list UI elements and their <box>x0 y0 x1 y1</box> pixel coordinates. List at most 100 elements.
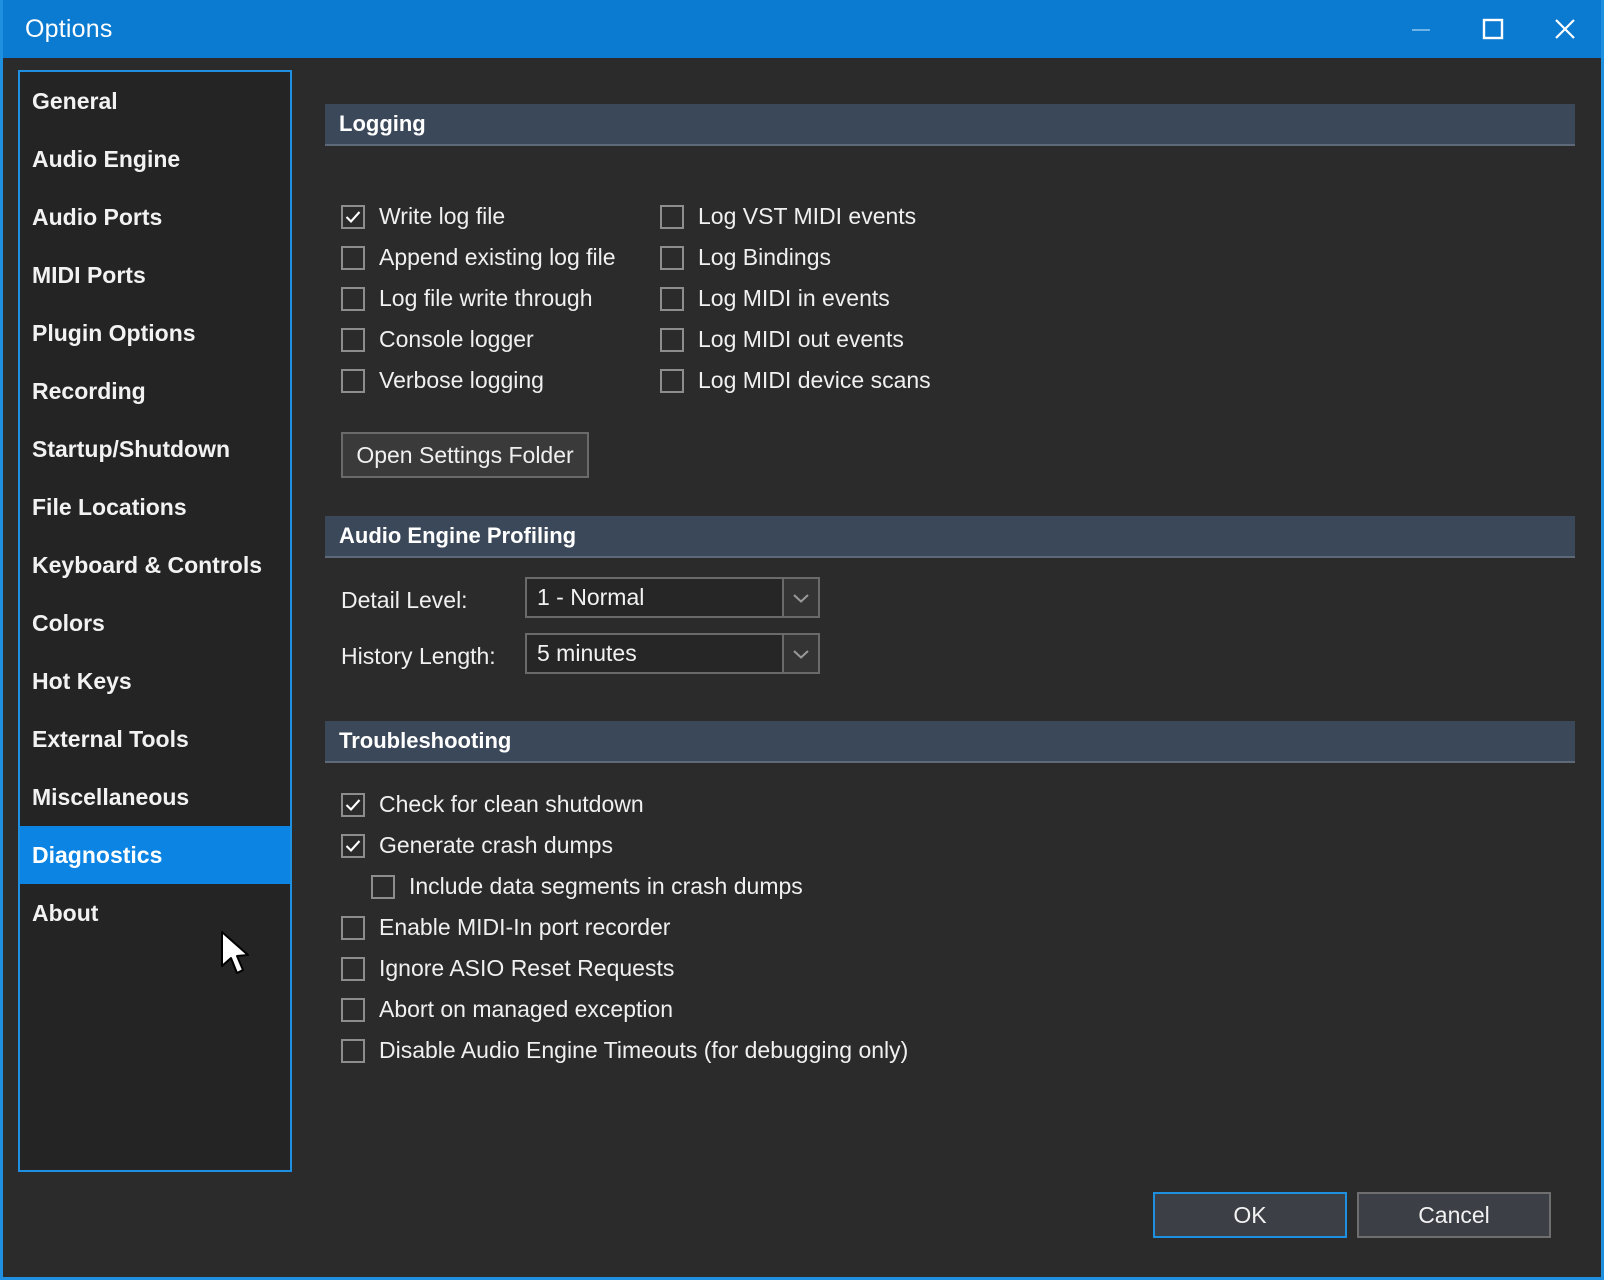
checkbox-box <box>660 204 684 229</box>
sidebar-item-label: File Locations <box>32 493 187 520</box>
sidebar-item-colors[interactable]: Colors <box>20 594 290 652</box>
history-length-label: History Length: <box>341 643 496 669</box>
detail-level-label: Detail Level: <box>341 587 468 613</box>
checkbox-console-logger[interactable]: Console logger <box>341 326 534 353</box>
section-header-audio-engine-profiling: Audio Engine Profiling <box>325 516 1575 558</box>
checkbox-label: Include data segments in crash dumps <box>409 873 803 899</box>
sidebar-item-midi-ports[interactable]: MIDI Ports <box>20 246 290 304</box>
checkbox-label: Log VST MIDI events <box>698 203 917 229</box>
checkbox-append-existing-log-file[interactable]: Append existing log file <box>341 244 616 271</box>
checkbox-label: Ignore ASIO Reset Requests <box>379 955 675 981</box>
section-header-troubleshooting: Troubleshooting <box>325 721 1575 763</box>
checkbox-enable-midi-in-port-recorder[interactable]: Enable MIDI-In port recorder <box>341 914 670 941</box>
checkbox-label: Append existing log file <box>379 244 616 270</box>
checkbox-box <box>341 1038 365 1063</box>
checkbox-include-data-segments-in-crash-dumps[interactable]: Include data segments in crash dumps <box>371 873 803 900</box>
sidebar-item-audio-engine[interactable]: Audio Engine <box>20 130 290 188</box>
close-icon <box>1555 19 1575 39</box>
close-button[interactable] <box>1529 0 1601 58</box>
history-length-value: 5 minutes <box>537 640 637 666</box>
maximize-button[interactable] <box>1457 0 1529 58</box>
chevron-down-icon[interactable] <box>782 579 818 616</box>
checkbox-disable-audio-engine-timeouts[interactable]: Disable Audio Engine Timeouts (for debug… <box>341 1037 908 1064</box>
checkbox-label: Check for clean shutdown <box>379 791 644 817</box>
history-length-dropdown[interactable]: 5 minutes <box>525 633 820 674</box>
sidebar-item-label: Audio Ports <box>32 203 163 230</box>
window-title: Options <box>25 14 113 43</box>
dialog-body: General Audio Engine Audio Ports MIDI Po… <box>3 58 1601 1277</box>
checkbox-abort-on-managed-exception[interactable]: Abort on managed exception <box>341 996 673 1023</box>
detail-level-dropdown[interactable]: 1 - Normal <box>525 577 820 618</box>
detail-level-value: 1 - Normal <box>537 584 645 610</box>
checkbox-log-midi-out-events[interactable]: Log MIDI out events <box>660 326 904 353</box>
sidebar-item-label: External Tools <box>32 725 189 752</box>
check-icon <box>345 839 361 852</box>
sidebar-item-about[interactable]: About <box>20 884 290 942</box>
section-title: Logging <box>339 111 426 136</box>
sidebar-item-file-locations[interactable]: File Locations <box>20 478 290 536</box>
minimize-icon <box>1412 29 1430 31</box>
sidebar-item-label: Startup/Shutdown <box>32 435 231 462</box>
minimize-button[interactable] <box>1385 0 1457 58</box>
checkbox-log-midi-device-scans[interactable]: Log MIDI device scans <box>660 367 931 394</box>
checkbox-log-bindings[interactable]: Log Bindings <box>660 244 831 271</box>
sidebar-item-miscellaneous[interactable]: Miscellaneous <box>20 768 290 826</box>
check-icon <box>345 798 361 811</box>
section-header-logging: Logging <box>325 104 1575 146</box>
checkbox-box <box>341 997 365 1022</box>
checkbox-box <box>341 368 365 393</box>
ok-button[interactable]: OK <box>1153 1192 1347 1238</box>
check-icon <box>345 210 361 223</box>
sidebar-item-label: Miscellaneous <box>32 783 190 810</box>
maximize-icon <box>1482 18 1504 40</box>
open-settings-folder-button[interactable]: Open Settings Folder <box>341 432 589 478</box>
checkbox-box <box>660 368 684 393</box>
sidebar-item-general[interactable]: General <box>20 72 290 130</box>
sidebar-item-label: Recording <box>32 377 146 404</box>
checkbox-write-log-file[interactable]: Write log file <box>341 203 505 230</box>
button-label: Open Settings Folder <box>356 441 574 468</box>
checkbox-log-midi-in-events[interactable]: Log MIDI in events <box>660 285 890 312</box>
checkbox-box <box>341 833 365 858</box>
sidebar-item-diagnostics[interactable]: Diagnostics <box>20 826 290 884</box>
sidebar-item-audio-ports[interactable]: Audio Ports <box>20 188 290 246</box>
title-bar: Options <box>3 0 1601 58</box>
settings-content-pane: Logging Write log file Append existing l… <box>308 58 1601 1277</box>
checkbox-verbose-logging[interactable]: Verbose logging <box>341 367 544 394</box>
checkbox-label: Log MIDI in events <box>698 285 890 311</box>
sidebar-item-label: Keyboard & Controls <box>32 551 263 578</box>
checkbox-label: Enable MIDI-In port recorder <box>379 914 671 940</box>
checkbox-label: Abort on managed exception <box>379 996 674 1022</box>
sidebar-item-keyboard-controls[interactable]: Keyboard & Controls <box>20 536 290 594</box>
checkbox-log-vst-midi-events[interactable]: Log VST MIDI events <box>660 203 916 230</box>
sidebar-item-label: General <box>32 87 118 114</box>
checkbox-generate-crash-dumps[interactable]: Generate crash dumps <box>341 832 613 859</box>
checkbox-box <box>660 286 684 311</box>
checkbox-check-for-clean-shutdown[interactable]: Check for clean shutdown <box>341 791 644 818</box>
settings-category-list[interactable]: General Audio Engine Audio Ports MIDI Po… <box>18 70 292 1172</box>
sidebar-item-label: Plugin Options <box>32 319 196 346</box>
section-title: Audio Engine Profiling <box>339 523 577 548</box>
checkbox-box <box>341 956 365 981</box>
sidebar-item-plugin-options[interactable]: Plugin Options <box>20 304 290 362</box>
sidebar-item-label: Diagnostics <box>32 841 163 868</box>
sidebar-item-hot-keys[interactable]: Hot Keys <box>20 652 290 710</box>
sidebar-item-label: About <box>32 899 99 926</box>
checkbox-label: Generate crash dumps <box>379 832 613 858</box>
checkbox-ignore-asio-reset-requests[interactable]: Ignore ASIO Reset Requests <box>341 955 674 982</box>
sidebar-item-external-tools[interactable]: External Tools <box>20 710 290 768</box>
checkbox-label: Log MIDI out events <box>698 326 904 352</box>
sidebar-item-recording[interactable]: Recording <box>20 362 290 420</box>
checkbox-label: Log Bindings <box>698 244 831 270</box>
sidebar-item-label: Hot Keys <box>32 667 132 694</box>
section-title: Troubleshooting <box>339 728 512 753</box>
checkbox-box <box>341 204 365 229</box>
chevron-down-icon[interactable] <box>782 635 818 672</box>
checkbox-label: Log MIDI device scans <box>698 367 931 393</box>
checkbox-label: Verbose logging <box>379 367 544 393</box>
checkbox-label: Console logger <box>379 326 534 352</box>
checkbox-log-file-write-through[interactable]: Log file write through <box>341 285 593 312</box>
cancel-button[interactable]: Cancel <box>1357 1192 1551 1238</box>
sidebar-item-startup-shutdown[interactable]: Startup/Shutdown <box>20 420 290 478</box>
button-label: Cancel <box>1418 1201 1490 1228</box>
